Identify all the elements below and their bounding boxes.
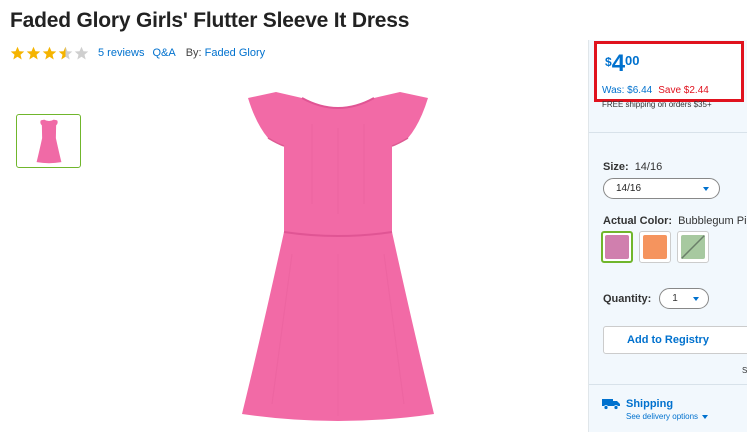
swatch-green-unavailable[interactable] <box>677 231 709 263</box>
reviews-link[interactable]: 5 reviews <box>98 47 144 59</box>
swatch-orange[interactable] <box>639 231 671 263</box>
size-row: Size: 14/16 <box>603 157 662 175</box>
star-rating[interactable] <box>10 46 90 61</box>
product-thumbnail[interactable] <box>16 114 81 168</box>
product-title: Faded Glory Girls' Flutter Sleeve It Dre… <box>10 9 410 32</box>
quantity-label: Quantity: <box>603 292 652 305</box>
price-whole: 4 <box>611 50 626 77</box>
empty-star-icon <box>74 46 89 59</box>
color-label: Actual Color: <box>603 215 673 227</box>
cut-off-text: S <box>742 366 747 375</box>
chevron-down-icon <box>693 296 700 301</box>
quantity-select[interactable]: 1 <box>659 288 710 309</box>
quantity-value: 1 <box>672 293 678 304</box>
free-shipping-note: FREE shipping on orders $35+ <box>602 100 712 109</box>
price-comparison: Was: $6.44 Save $2.44 <box>602 85 709 96</box>
swatch-fill <box>643 235 667 259</box>
swatch-bubblegum-pink[interactable] <box>601 231 633 263</box>
rating-row: 5 reviews Q&A By: Faded Glory <box>10 45 265 61</box>
delivery-options-label: See delivery options <box>626 412 699 421</box>
color-value: Bubblegum Pink <box>678 215 747 227</box>
dress-thumbnail-image <box>36 119 61 164</box>
add-to-registry-button[interactable]: Add to Registry <box>603 326 747 354</box>
size-label: Size: <box>603 161 629 173</box>
size-select[interactable]: 14/16 <box>603 178 720 199</box>
star-icon <box>10 46 25 59</box>
qa-link[interactable]: Q&A <box>152 47 175 59</box>
divider <box>589 132 747 133</box>
color-row: Actual Color: Bubblegum Pink <box>603 211 747 229</box>
brand-link[interactable]: Faded Glory <box>205 47 266 59</box>
unavailable-slash-icon <box>681 235 705 259</box>
half-star-icon <box>58 46 73 59</box>
divider <box>589 384 747 385</box>
by-label: By: <box>185 47 202 59</box>
star-icon <box>26 46 41 59</box>
shipping-title: Shipping <box>626 398 674 410</box>
was-price: Was: $6.44 <box>602 85 653 96</box>
swatch-fill <box>681 235 705 259</box>
product-main-image[interactable] <box>232 84 444 424</box>
price-highlight-box: $400 Was: $6.44 Save $2.44 <box>594 41 744 102</box>
size-selected-value: 14/16 <box>616 183 642 194</box>
price-currency: $ <box>605 55 612 69</box>
current-price: $400 <box>605 52 640 76</box>
delivery-options-link[interactable]: See delivery options <box>626 412 709 421</box>
color-swatches <box>601 231 715 263</box>
brand-byline: By: Faded Glory <box>186 47 265 59</box>
quantity-row: Quantity: 1 <box>603 288 710 309</box>
chevron-down-icon <box>703 186 709 191</box>
save-amount: Save $2.44 <box>658 85 709 96</box>
swatch-fill <box>605 235 629 259</box>
star-icon <box>42 46 57 59</box>
chevron-down-icon <box>702 414 709 419</box>
truck-icon <box>602 399 620 410</box>
price-cents: 00 <box>625 53 640 68</box>
size-value: 14/16 <box>634 161 663 173</box>
